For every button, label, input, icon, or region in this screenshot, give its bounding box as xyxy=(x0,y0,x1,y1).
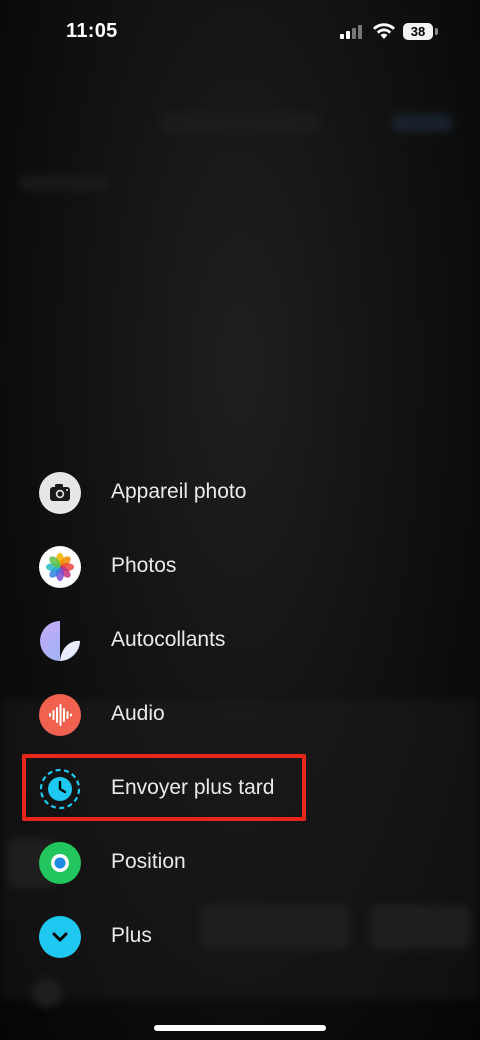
waveform-icon xyxy=(39,694,81,736)
menu-item-label: Plus xyxy=(111,924,152,947)
menu-item-stickers[interactable]: Autocollants xyxy=(0,604,480,678)
photos-icon xyxy=(39,546,81,588)
camera-icon xyxy=(39,472,81,514)
menu-item-more[interactable]: Plus xyxy=(0,900,480,974)
menu-item-label: Autocollants xyxy=(111,628,226,651)
menu-item-camera[interactable]: Appareil photo xyxy=(0,456,480,530)
location-icon xyxy=(39,842,81,884)
blurred-text xyxy=(20,176,110,190)
status-time: 11:05 xyxy=(66,20,118,42)
menu-item-label: Appareil photo xyxy=(111,480,247,503)
menu-item-location[interactable]: Position xyxy=(0,826,480,900)
menu-item-label: Photos xyxy=(111,554,177,577)
status-bar: 11:05 38 xyxy=(0,0,480,66)
menu-item-audio[interactable]: Audio xyxy=(0,678,480,752)
menu-item-photos[interactable]: Photos xyxy=(0,530,480,604)
wifi-icon xyxy=(372,22,396,40)
blurred-send-button xyxy=(392,114,452,132)
chevron-down-icon xyxy=(39,916,81,958)
blurred-emoji-key xyxy=(32,978,62,1008)
blurred-title xyxy=(160,112,320,134)
battery-level: 38 xyxy=(403,23,433,40)
battery-icon xyxy=(435,28,438,35)
cellular-signal-icon xyxy=(340,25,364,39)
menu-item-label: Position xyxy=(111,850,186,873)
menu-item-label: Audio xyxy=(111,702,165,725)
highlight-box xyxy=(22,754,306,821)
sticker-icon xyxy=(39,620,81,662)
home-indicator[interactable] xyxy=(154,1025,326,1031)
